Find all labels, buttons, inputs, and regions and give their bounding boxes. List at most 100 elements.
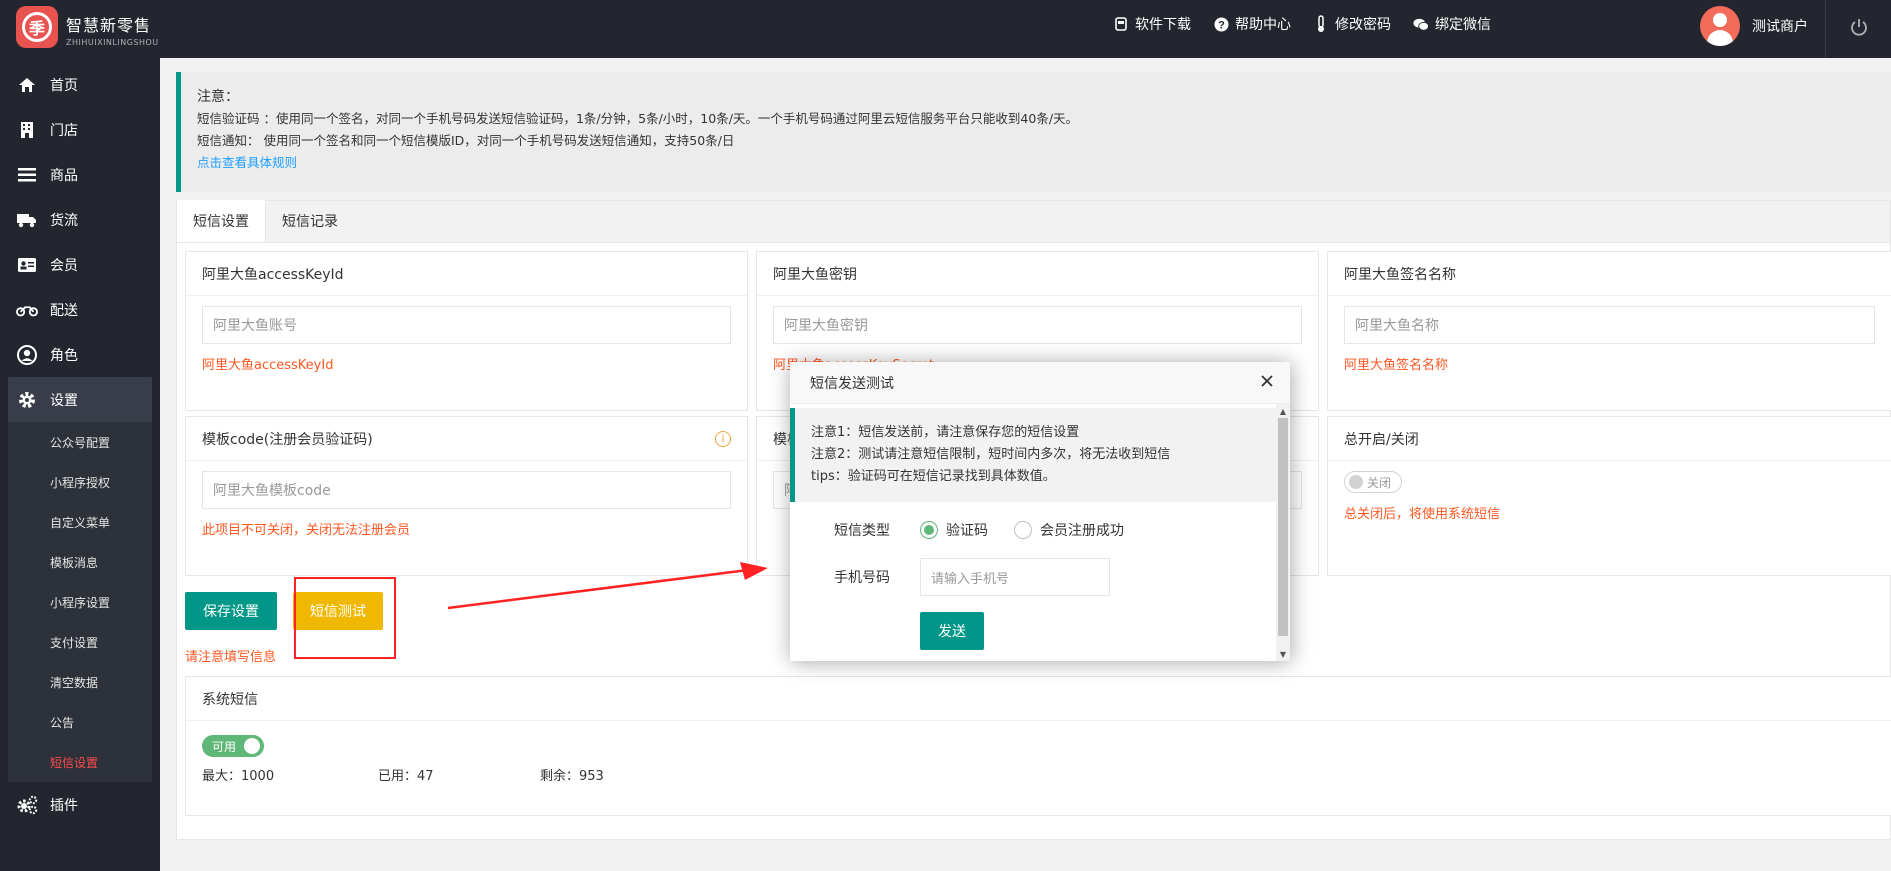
sms-type-row: 短信类型 验证码 会员注册成功 [790,520,1276,540]
sign-name-input[interactable]: 阿里大鱼名称 [1344,306,1875,344]
submenu-item-sms-settings[interactable]: 短信设置 [8,742,152,782]
close-icon[interactable] [1260,374,1274,392]
annotation-arrow-icon [447,562,768,610]
submenu-item-template-message[interactable]: 模板消息 [8,542,152,582]
sidebar-item-store[interactable]: 门店 [0,107,160,152]
toggle-knob [1349,475,1363,489]
phone-label: 手机号码 [834,570,890,586]
submenu-item-clear-data[interactable]: 清空数据 [8,662,152,702]
submenu-item-custom-menu[interactable]: 自定义菜单 [8,502,152,542]
annotation-highlight-box [294,577,396,659]
submenu-item-official-account[interactable]: 公众号配置 [8,422,152,462]
card-hint: 阿里大鱼签名名称 [1344,358,1449,373]
top-header: 季 智慧新零售 ZHIHUIXINLINGSHOU 软件下载 ? 帮助中心 修改… [0,0,1891,58]
building-icon [16,121,38,139]
dialog-tips: tips：验证码可在短信记录找到具体数值。 [811,469,1056,484]
download-link[interactable]: 软件下载 [1113,14,1191,34]
form-warning: 请注意填写信息 [185,650,277,665]
sidebar-item-label: 商品 [50,167,78,184]
radio-verification-code[interactable]: 验证码 [920,520,988,540]
sidebar-item-label: 门店 [50,122,78,139]
scroll-down-icon[interactable]: ▼ [1276,647,1290,661]
phone-input[interactable]: 请输入手机号 [920,558,1110,596]
help-icon: ? [1213,16,1229,32]
home-icon [16,77,38,93]
sidebar-item-home[interactable]: 首页 [0,62,160,107]
sidebar-item-settings[interactable]: 设置 [8,377,152,422]
dialog-title: 短信发送测试 [810,375,894,392]
dialog-scrollbar[interactable]: ▲ ▼ [1276,404,1290,661]
submenu-item-announcement[interactable]: 公告 [8,702,152,742]
template-code-input[interactable]: 阿里大鱼模板code [202,471,731,509]
tab-sms-settings[interactable]: 短信设置 [177,200,266,242]
card-header: 模板code(注册会员验证码) i [186,417,747,461]
dialog-note-2: 注意2：测试请注意短信限制，短时间内多次，将无法收到短信 [811,447,1171,462]
sidebar-item-logistics[interactable]: 货流 [0,197,160,242]
truck-icon [16,212,38,228]
dialog-note-1: 注意1：短信发送前，请注意保存您的短信设置 [811,425,1080,440]
scroll-thumb[interactable] [1278,418,1288,636]
sidebar-item-label: 货流 [50,212,78,229]
notice-box: 注意： 短信验证码 ：使用同一个签名，对同一个手机号码发送短信验证码，1条/分钟… [176,72,1891,192]
gear-icon [16,390,38,410]
card-sign-name: 阿里大鱼签名名称 阿里大鱼名称 阿里大鱼签名名称 [1327,251,1891,411]
radio-label: 会员注册成功 [1040,523,1124,539]
radio-checked-icon [920,521,938,539]
download-icon [1113,16,1129,32]
save-settings-button[interactable]: 保存设置 [185,592,277,630]
wechat-icon [1413,16,1429,32]
svg-text:?: ? [1218,19,1225,31]
sidebar-item-plugins[interactable]: 插件 [0,782,160,827]
logo: 季 [16,6,58,48]
sms-remaining: 剩余：953 [540,769,604,784]
change-password-label: 修改密码 [1335,17,1391,33]
system-sms-toggle[interactable]: 可用 [202,735,264,757]
dialog-notice: 注意1：短信发送前，请注意保存您的短信设置 注意2：测试请注意短信限制，短时间内… [790,408,1276,502]
submenu-item-payment-settings[interactable]: 支付设置 [8,622,152,662]
sidebar-item-delivery[interactable]: 配送 [0,287,160,332]
sidebar-item-goods[interactable]: 商品 [0,152,160,197]
access-key-id-input[interactable]: 阿里大鱼账号 [202,306,731,344]
sms-used: 已用：47 [378,769,434,784]
help-label: 帮助中心 [1235,17,1291,33]
change-password-link[interactable]: 修改密码 [1313,14,1391,34]
card-access-key-id: 阿里大鱼accessKeyId 阿里大鱼账号 阿里大鱼accessKeyId [185,251,748,411]
scroll-up-icon[interactable]: ▲ [1276,404,1290,418]
bind-wechat-link[interactable]: 绑定微信 [1413,14,1491,34]
sidebar: 首页 门店 商品 货流 会员 配送 角色 设置 公众号配置 小程序授权 自定义菜… [0,58,160,871]
notice-line-notification: 短信通知： 使用同一个签名和同一个短信模版ID，对同一个手机号码发送短信通知，支… [197,133,735,148]
user-menu[interactable]: 测试商户 [1700,6,1808,46]
card-title: 系统短信 [186,677,1891,721]
info-icon[interactable]: i [715,430,731,447]
card-hint: 总关闭后，将使用系统短信 [1344,507,1501,522]
sms-type-label: 短信类型 [834,523,890,539]
secret-input[interactable]: 阿里大鱼密钥 [773,306,1302,344]
send-button[interactable]: 发送 [920,612,984,650]
dialog-header: 短信发送测试 [790,362,1290,404]
submenu-item-miniprogram-auth[interactable]: 小程序授权 [8,462,152,502]
sidebar-item-label: 配送 [50,302,78,319]
radio-label: 验证码 [946,523,988,539]
toggle-knob [244,738,260,754]
sidebar-item-label: 首页 [50,77,78,94]
sidebar-item-member[interactable]: 会员 [0,242,160,287]
bind-wechat-label: 绑定微信 [1435,17,1491,33]
radio-member-registration[interactable]: 会员注册成功 [1014,520,1124,540]
help-link[interactable]: ? 帮助中心 [1213,14,1291,34]
id-card-icon [16,257,38,272]
rules-link[interactable]: 点击查看具体规则 [197,152,1875,174]
sidebar-item-role[interactable]: 角色 [0,332,160,377]
card-hint: 此项目不可关闭，关闭无法注册会员 [202,523,411,538]
download-label: 软件下载 [1135,17,1191,33]
logout-button[interactable] [1825,0,1891,58]
submenu-item-miniprogram-settings[interactable]: 小程序设置 [8,582,152,622]
gears-icon [16,795,38,815]
sms-test-dialog: 短信发送测试 注意1：短信发送前，请注意保存您的短信设置 注意2：测试请注意短信… [790,362,1290,661]
tab-sms-records[interactable]: 短信记录 [266,200,354,242]
radio-unchecked-icon [1014,521,1032,539]
sms-max: 最大：1000 [202,769,275,784]
motorcycle-icon [16,303,38,317]
power-icon [1849,17,1869,41]
master-switch-toggle[interactable]: 关闭 [1344,471,1402,493]
card-hint: 阿里大鱼accessKeyId [202,358,334,373]
